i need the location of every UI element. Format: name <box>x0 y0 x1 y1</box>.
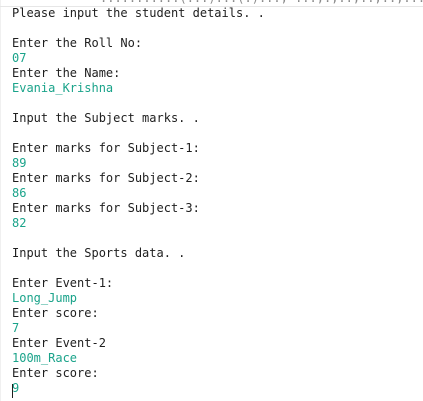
console-input-line[interactable]: 7 <box>12 321 423 336</box>
console-output-line: Enter marks for Subject-3: <box>12 201 200 215</box>
console-input-line[interactable]: 9 <box>12 381 423 396</box>
console-input-line[interactable]: 89 <box>12 156 423 171</box>
console-output-line: Enter marks for Subject-2: <box>12 171 200 185</box>
console-output-line: Please input the student details. . <box>12 6 265 20</box>
console-output-line: Input the Subject marks. . <box>12 111 200 125</box>
console-output[interactable]: Please input the student details. . Enter… <box>12 6 423 401</box>
console-left-border <box>0 0 1 401</box>
console-input-line[interactable]: 07 <box>12 51 423 66</box>
console-output-line: Input the Sports data. . <box>12 246 186 260</box>
console-input-line[interactable]: Evania_Krishna <box>12 81 423 96</box>
console-output-line: Enter score: <box>12 306 99 320</box>
console-output-line: Enter Event-1: <box>12 276 114 290</box>
console-input-line[interactable]: 82 <box>12 216 423 231</box>
clipped-header-text: ...........(...)...(.)..., ...,.,..,..,.… <box>100 0 423 5</box>
text-cursor <box>12 384 13 398</box>
console-output-line: Enter Event-2 <box>12 336 106 350</box>
console-output-line: Enter score: <box>12 366 99 380</box>
console-output-line: Enter the Name: <box>12 66 121 80</box>
console-input-line[interactable]: Long_Jump <box>12 291 423 306</box>
console-input-line[interactable]: 86 <box>12 186 423 201</box>
console-output-line: Enter the Roll No: <box>12 36 143 50</box>
console-output-line: Enter marks for Subject-1: <box>12 141 200 155</box>
console-input-line[interactable]: 100m_Race <box>12 351 423 366</box>
